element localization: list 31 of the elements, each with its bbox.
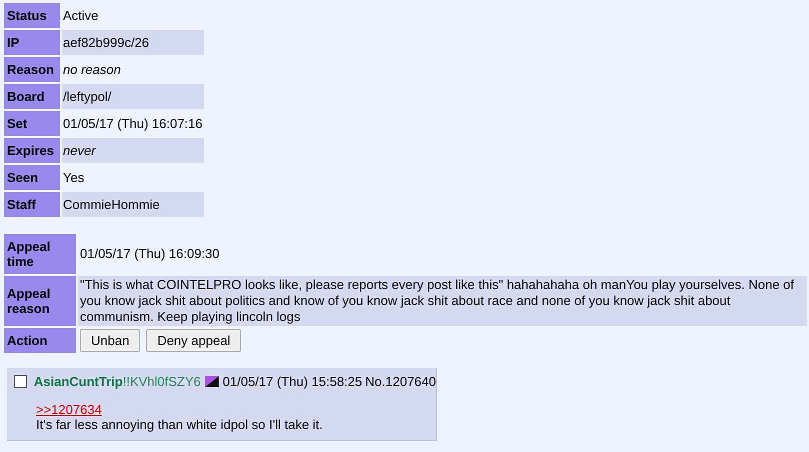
field-label: Appeal time xyxy=(4,234,76,274)
field-label: Appeal reason xyxy=(4,276,76,326)
post-text: It's far less annoying than white idpol so I'll take it. xyxy=(36,417,324,432)
tripcode: !!KVhl0fSZY6 xyxy=(122,374,201,389)
poster-name: AsianCuntTrip xyxy=(34,374,123,389)
field-label: Set xyxy=(4,111,60,136)
field-value: 01/05/17 (Thu) 16:07:16 xyxy=(62,115,204,133)
field-value: never xyxy=(62,138,204,163)
field-value: no reason xyxy=(62,61,122,79)
field-value: 01/05/17 (Thu) 16:09:30 xyxy=(79,245,220,264)
field-label: IP xyxy=(4,30,60,55)
field-label: Expires xyxy=(4,138,60,163)
field-label: Board xyxy=(4,84,60,109)
field-value: CommieHommie xyxy=(62,192,204,217)
field-label: Staff xyxy=(4,192,60,217)
field-value: Active xyxy=(62,7,100,25)
field-label: Action xyxy=(4,328,76,353)
field-label: Status xyxy=(4,3,60,28)
field-value: /leftypol/ xyxy=(62,84,204,109)
field-value: aef82b999c/26 xyxy=(62,30,204,55)
action-button[interactable]: Unban xyxy=(80,329,140,352)
field-label: Reason xyxy=(4,57,60,82)
field-label: Seen xyxy=(4,165,60,190)
post-number-link[interactable]: No.1207640 xyxy=(365,374,436,389)
select-checkbox[interactable] xyxy=(14,375,27,388)
post-date: 01/05/17 (Thu) 15:58:25 xyxy=(222,374,362,389)
action-button[interactable]: Deny appeal xyxy=(146,329,242,352)
reply-link[interactable]: >>1207634 xyxy=(36,402,102,417)
field-value: Yes xyxy=(62,169,86,187)
appeal-text: "This is what COINTELPRO looks like, please reports every post like this" hahahahaha oh manYou play yourselves. None of you know jack shit about politics and know of you know jack shit about race and none of you know jack shit about communism. Keep playing lincoln logs xyxy=(78,276,807,326)
flag-icon xyxy=(204,376,219,387)
